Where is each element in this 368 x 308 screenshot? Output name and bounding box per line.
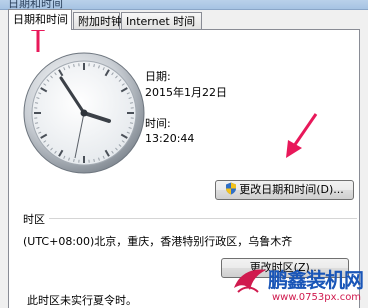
site-watermark: 鹏鑫装机网 www.0753px.com (232, 262, 368, 308)
clock-minute-tick (34, 122, 39, 124)
tab-internet-time[interactable]: Internet 时间 (121, 12, 202, 29)
analog-clock (23, 52, 145, 174)
tab-additional-clocks[interactable]: 附加时钟 (73, 12, 122, 29)
date-label: 日期: (145, 70, 171, 83)
timezone-separator (49, 218, 357, 219)
tab-strip: 日期和时间 附加时钟 Internet 时间 (8, 9, 360, 30)
time-value: 13:20:44 (145, 132, 195, 145)
clock-minute-tick (73, 158, 75, 163)
dst-note: 此时区未实行夏令时。 (27, 294, 137, 307)
annotation-arrow-button (286, 113, 318, 158)
clock-center (80, 109, 88, 117)
watermark-logo-icon (234, 269, 266, 293)
watermark-url: www.0753px.com (272, 292, 362, 303)
timezone-value: (UTC+08:00)北京，重庆，香港特别行政区，乌鲁木齐 (23, 235, 293, 248)
clock-minute-tick (73, 63, 75, 68)
clock-minute-tick (93, 158, 95, 163)
clock-minute-tick (93, 63, 95, 68)
time-label: 时间: (145, 117, 171, 130)
uac-shield-icon (226, 182, 237, 195)
tab-date-time[interactable]: 日期和时间 (8, 9, 72, 30)
clock-minute-tick (129, 122, 134, 124)
date-value: 2015年1月22日 (145, 86, 227, 99)
clock-minute-tick (34, 102, 39, 104)
watermark-brand: 鹏鑫装机网 (268, 268, 364, 292)
change-date-time-button[interactable]: 更改日期和时间(D)... (215, 180, 354, 200)
timezone-heading: 时区 (23, 213, 45, 226)
change-date-time-label: 更改日期和时间(D)... (239, 183, 344, 196)
clock-minute-tick (129, 102, 134, 104)
